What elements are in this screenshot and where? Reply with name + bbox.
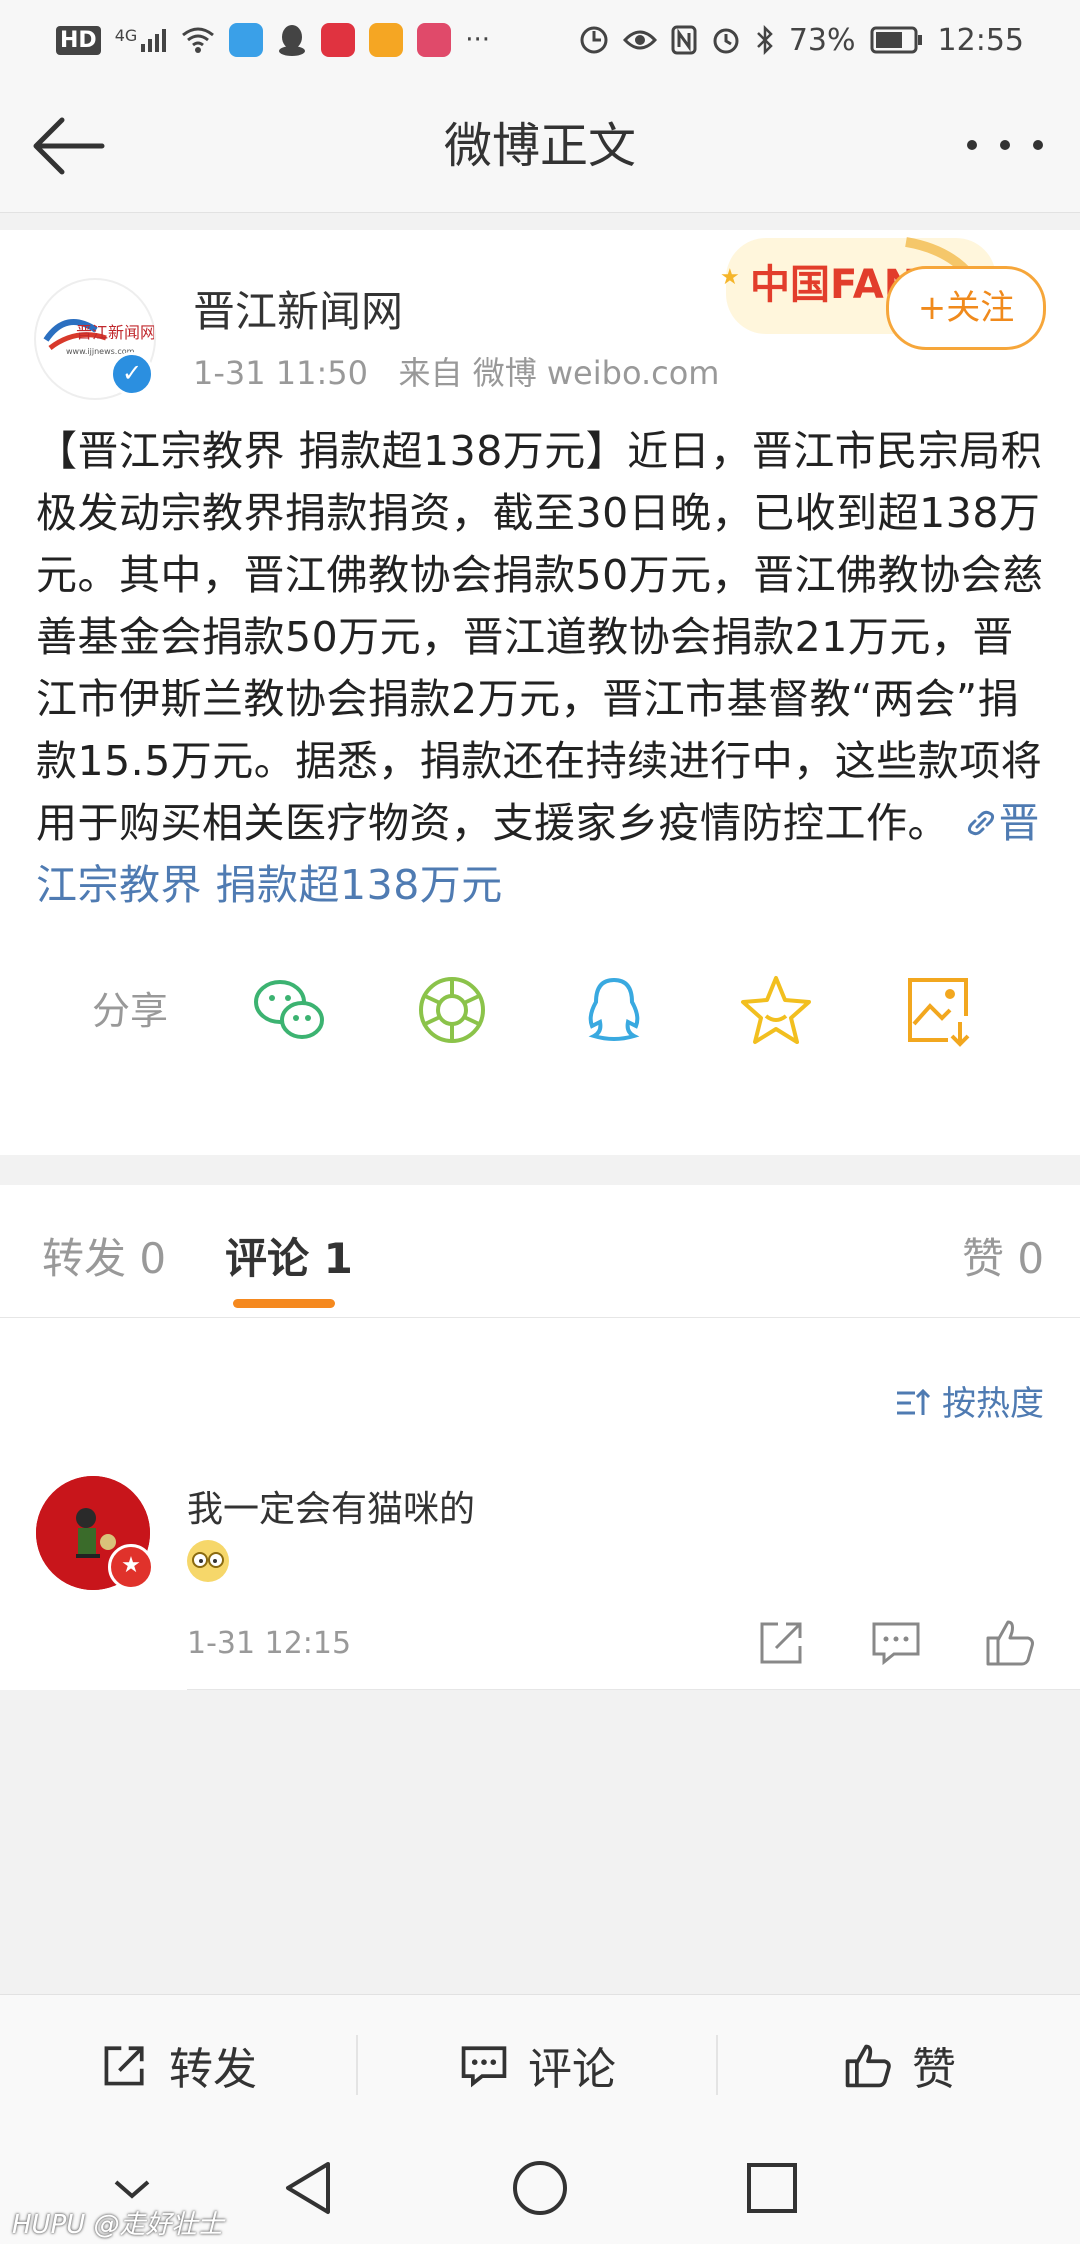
qq-icon[interactable] xyxy=(574,970,654,1050)
svg-text:★: ★ xyxy=(720,265,740,290)
active-tab-indicator xyxy=(233,1299,335,1308)
save-image-icon[interactable] xyxy=(898,970,978,1050)
qq-notification-icon xyxy=(279,25,306,56)
collapse-chevron-icon[interactable] xyxy=(110,2174,154,2204)
nav-bar: 微博正文 xyxy=(0,80,1080,213)
svg-text:晋江新闻网: 晋江新闻网 xyxy=(76,323,154,342)
tab-comment[interactable]: 评论 1 xyxy=(225,1225,353,1286)
verified-badge-icon: ✓ xyxy=(110,352,154,396)
clock: 12:55 xyxy=(937,22,1024,58)
comment-button[interactable]: 评论 xyxy=(358,1995,716,2135)
post-body: 【晋江宗教界 捐款超138万元】近日，晋江市民宗局积极发动宗教界捐款捐资，截至3… xyxy=(36,420,1048,916)
commenter-badge-icon: ★ xyxy=(108,1544,154,1590)
like-label[interactable]: 赞 xyxy=(912,2033,956,2097)
post-source: 来自 微博 weibo.com xyxy=(398,354,720,392)
bluetooth-icon xyxy=(756,25,773,55)
bottom-action-bar: 转发 评论 赞 xyxy=(0,1994,1080,2135)
eye-comfort-icon xyxy=(622,30,657,50)
moments-icon[interactable] xyxy=(412,970,492,1050)
favorite-star-icon[interactable] xyxy=(736,970,816,1050)
like-icon xyxy=(845,2044,891,2088)
back-arrow-icon[interactable] xyxy=(28,116,108,176)
network-type-label: 4G xyxy=(114,26,138,45)
nav-back-icon[interactable] xyxy=(282,2158,334,2218)
repost-button[interactable]: 转发 xyxy=(0,1995,356,2135)
emoji-icon xyxy=(187,1540,229,1582)
app-notification-icon-2 xyxy=(321,23,356,57)
nfc-icon xyxy=(671,25,697,55)
tab-repost[interactable]: 转发 0 xyxy=(42,1225,166,1286)
comment-icon xyxy=(461,2046,507,2088)
comment-label[interactable]: 评论 xyxy=(528,2033,616,2097)
alarm-icon xyxy=(713,28,739,54)
battery-percent: 73% xyxy=(788,22,856,58)
app-notification-icon-3 xyxy=(369,23,404,57)
hd-indicator: HD xyxy=(56,25,101,55)
comment-repost-icon[interactable] xyxy=(754,1614,810,1670)
signal-icon: 4G xyxy=(115,26,168,54)
comment-time: 1-31 12:15 xyxy=(187,1626,352,1661)
nav-home-icon[interactable] xyxy=(510,2158,570,2218)
more-notifications-icon: ··· xyxy=(465,25,491,55)
follow-button[interactable]: +关注 xyxy=(886,266,1046,350)
tab-like[interactable]: 赞 0 xyxy=(962,1225,1044,1286)
app-notification-icon-4 xyxy=(417,23,452,57)
share-label: 分享 xyxy=(92,989,169,1033)
comment-reply-icon[interactable] xyxy=(868,1614,924,1670)
wechat-icon[interactable] xyxy=(250,970,330,1050)
share-row: 分享 xyxy=(0,950,1080,1070)
post-time: 1-31 11:50 xyxy=(193,354,369,392)
status-right: 73% 12:55 xyxy=(579,18,1024,62)
repost-icon xyxy=(104,2046,144,2086)
sort-button[interactable]: 按热度 xyxy=(895,1376,1044,1425)
app-notification-icon xyxy=(229,23,264,57)
nav-recents-icon[interactable] xyxy=(744,2160,800,2216)
post-meta: 1-31 11:50 来自 微博 weibo.com xyxy=(193,348,719,394)
comments-section: 按热度 ★ 我一定会有猫咪的 1-31 12:15 xyxy=(0,1318,1080,1690)
author-name[interactable]: 晋江新闻网 xyxy=(193,278,403,339)
data-saver-icon xyxy=(580,26,608,54)
comment-divider xyxy=(187,1689,1080,1690)
sort-icon xyxy=(897,1388,931,1415)
battery-icon xyxy=(870,26,922,54)
status-left: HD 4G ··· xyxy=(56,18,490,62)
comment-text: 我一定会有猫咪的 xyxy=(187,1489,476,1530)
like-button[interactable]: 赞 xyxy=(718,1995,1080,2135)
status-bar: HD 4G ··· 73% 12:55 xyxy=(0,0,1080,80)
comment-like-icon[interactable] xyxy=(982,1614,1038,1670)
sort-label[interactable]: 按热度 xyxy=(942,1384,1044,1424)
page-title: 微博正文 xyxy=(443,118,636,174)
wifi-icon xyxy=(182,27,215,53)
repost-label[interactable]: 转发 xyxy=(169,2033,257,2097)
interaction-tabs: 转发 0 评论 1 赞 0 xyxy=(0,1185,1080,1318)
post-card: 晋江新闻网 www.ijjnews.com ✓ 晋江新闻网 1-31 11:50… xyxy=(0,230,1080,1155)
more-options-icon[interactable] xyxy=(960,130,1050,160)
hupu-watermark: HUPU @走好壮士 xyxy=(12,2210,224,2240)
link-icon xyxy=(967,810,994,836)
post-text: 【晋江宗教界 捐款超138万元】近日，晋江市民宗局积极发动宗教界捐款捐资，截至3… xyxy=(36,427,1044,847)
